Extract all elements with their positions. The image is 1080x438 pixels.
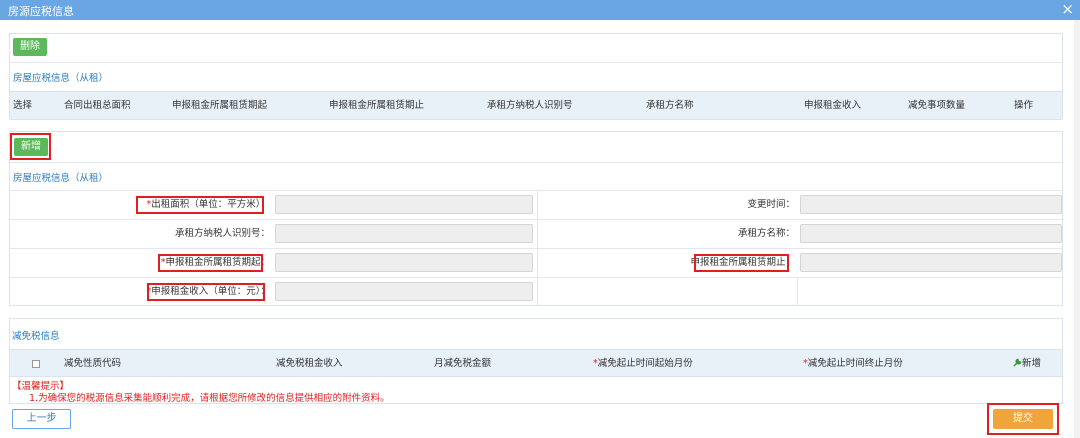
col-relief-end-month: *减免起止时间终止月份: [803, 358, 903, 369]
highlight-lease-start-label: [158, 254, 263, 272]
divider: [10, 162, 1062, 163]
form-row-2: 承租方纳税人识别号： 承租方名称：: [10, 219, 1062, 248]
rent-income-input[interactable]: [275, 282, 533, 301]
wrench-icon: [1013, 358, 1022, 367]
tenant-name-input[interactable]: [800, 224, 1062, 243]
section-title-rental-form: 房屋应税信息（从租）: [13, 173, 109, 184]
warning-line-1: 1.为确保您的税源信息采集能顺利完成，请根据您所修改的信息提供相应的附件资料。: [29, 393, 390, 404]
col-relief-count: 减免事项数量: [908, 100, 966, 111]
tenant-taxid-input[interactable]: [275, 224, 533, 243]
relief-header: 减免性质代码 减免税租金收入 月减免税金额 *减免起止时间起始月份 *减免起止时…: [10, 349, 1062, 377]
lease-end-input[interactable]: [800, 253, 1062, 272]
col-monthly-relief: 月减免税金额: [434, 358, 492, 369]
prev-step-button[interactable]: 上一步: [12, 409, 71, 429]
close-icon[interactable]: ×: [1061, 1, 1074, 17]
col-tenant-name: 承租方名称: [646, 100, 694, 111]
tenant-name-label: 承租方名称：: [737, 228, 795, 239]
change-time-input[interactable]: [800, 195, 1062, 214]
window-titlebar: 房源应税信息 ×: [0, 0, 1080, 20]
tax-relief-panel: 减免税信息 减免性质代码 减免税租金收入 月减免税金额 *减免起止时间起始月份 …: [9, 318, 1063, 404]
area-input[interactable]: [275, 195, 533, 214]
section-title-relief: 减免税信息: [12, 331, 60, 342]
rental-list-panel: 删除 房屋应税信息（从租） 选择 合同出租总面积 申报租金所属租赁期起 申报租金…: [9, 33, 1063, 120]
highlight-area-label: [136, 196, 264, 214]
col-total-area: 合同出租总面积: [64, 100, 131, 111]
vertical-scrollbar[interactable]: [1074, 20, 1080, 438]
rental-form-panel: 新增 房屋应税信息（从租） *出租面积（单位：平方米）： 变更时间： 承租方纳税…: [9, 131, 1063, 306]
tenant-taxid-label: 承租方纳税人识别号：: [174, 228, 270, 239]
col-relief-rent: 减免税租金收入: [276, 358, 343, 369]
divider: [10, 62, 1062, 63]
col-lease-start: 申报租金所属租赁期起: [172, 100, 268, 111]
col-actions: 操作: [1014, 100, 1034, 111]
divider: [537, 278, 538, 306]
window-title: 房源应税信息: [8, 5, 74, 18]
divider: [797, 278, 798, 306]
highlight-lease-end-label: [694, 254, 789, 272]
rental-list-header: 选择 合同出租总面积 申报租金所属租赁期起 申报租金所属租赁期止 承租方纳税人识…: [10, 91, 1062, 120]
highlight-submit-button: [987, 403, 1059, 435]
col-tenant-taxid: 承租方纳税人识别号: [487, 100, 573, 111]
form-row-1: *出租面积（单位：平方米）： 变更时间：: [10, 190, 1062, 219]
col-select: 选择: [13, 100, 33, 111]
col-relief-code: 减免性质代码: [64, 358, 122, 369]
select-all-checkbox[interactable]: [32, 360, 40, 368]
highlight-add-button: [10, 133, 51, 160]
add-relief-button[interactable]: 新增: [1013, 350, 1041, 376]
lease-start-input[interactable]: [275, 253, 533, 272]
form-row-4: *申报租金收入（单位：元）：: [10, 277, 1062, 306]
change-time-label: 变更时间：: [747, 199, 795, 210]
highlight-rent-income-label: [147, 283, 265, 301]
col-relief-start-month: *减免起止时间起始月份: [593, 358, 693, 369]
col-lease-end: 申报租金所属租赁期止: [329, 100, 425, 111]
delete-button[interactable]: 删除: [13, 38, 47, 56]
section-title-rental-list: 房屋应税信息（从租）: [13, 73, 109, 84]
form-row-3: *申报租金所属租赁期起： 申报租金所属租赁期止：: [10, 248, 1062, 277]
col-rent-income: 申报租金收入: [804, 100, 862, 111]
